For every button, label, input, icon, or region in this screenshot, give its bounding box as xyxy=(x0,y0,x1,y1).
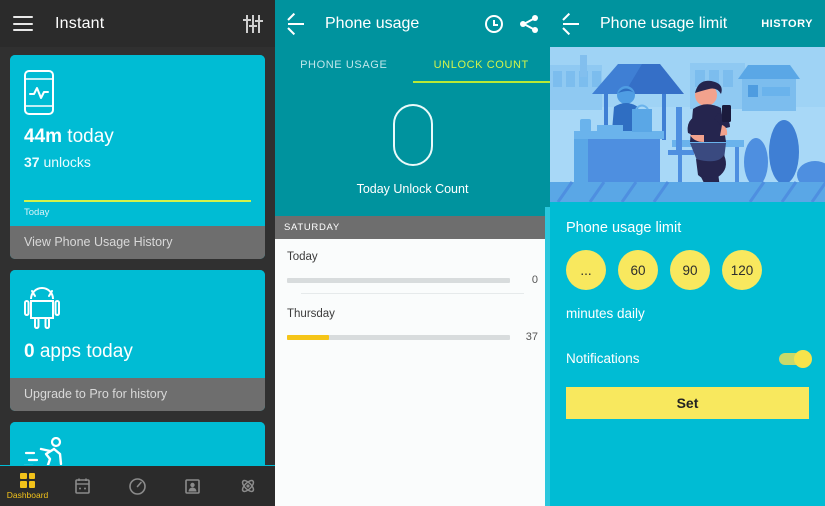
row-track xyxy=(287,277,510,283)
phone-usage-screen: Phone usage PHONE USAGE UNLOCK COUNT Tod… xyxy=(275,0,550,506)
notifications-row: Notifications xyxy=(566,349,812,368)
page-title: Phone usage xyxy=(325,14,420,32)
upgrade-to-pro-button[interactable]: Upgrade to Pro for history xyxy=(10,378,265,412)
today-progress-label: Today xyxy=(24,206,50,218)
calendar-icon xyxy=(75,478,90,494)
phone-activity-icon xyxy=(24,70,251,115)
phone-usage-minutes: 44m xyxy=(24,126,63,147)
row-bar: 0 xyxy=(287,274,538,286)
row-label: Today xyxy=(287,251,318,263)
nav-item-speedometer[interactable] xyxy=(110,477,165,495)
phone-unlocks-count: 37 xyxy=(24,153,40,170)
view-phone-usage-history-button[interactable]: View Phone Usage History xyxy=(10,225,265,259)
tune-sliders-icon[interactable] xyxy=(243,14,263,33)
nav-item-atom[interactable] xyxy=(220,478,275,494)
bottom-navigation: Dashboard xyxy=(0,465,275,506)
row-value: 37 xyxy=(525,331,538,343)
apps-card-body: 0 apps today xyxy=(10,269,265,379)
today-progress-bar xyxy=(24,199,251,202)
unlock-count-hero: Today Unlock Count xyxy=(275,83,550,216)
tab-unlock-count[interactable]: UNLOCK COUNT xyxy=(412,47,551,83)
phone-usage-card-body: 44m today 37 unlocks Today xyxy=(10,55,265,226)
tab-phone-usage[interactable]: PHONE USAGE xyxy=(275,47,413,83)
grid-dashboard-icon xyxy=(20,472,35,488)
apps-value-suffix: apps today xyxy=(34,340,133,362)
android-robot-icon xyxy=(24,285,251,330)
notifications-label: Notifications xyxy=(566,351,640,366)
atom-icon xyxy=(241,479,254,493)
row-track xyxy=(287,334,510,340)
history-button[interactable]: HISTORY xyxy=(761,18,813,30)
phone-unlocks-value: 37 unlocks xyxy=(24,154,251,170)
clock-history-icon[interactable] xyxy=(485,14,503,33)
limit-chip-custom[interactable]: ... xyxy=(566,250,606,290)
nav-item-dashboard[interactable]: Dashboard xyxy=(0,472,55,500)
share-icon[interactable] xyxy=(520,14,538,33)
unlock-count-list: Today 0 Thursday 37 xyxy=(275,239,550,506)
limit-chip-90[interactable]: 90 xyxy=(670,250,710,290)
back-arrow-icon[interactable] xyxy=(561,12,581,35)
row-fill xyxy=(287,334,330,340)
nav-label-dashboard: Dashboard xyxy=(6,489,49,500)
apps-card[interactable]: 0 apps today Upgrade to Pro for history xyxy=(10,269,265,412)
dashboard-card-list: 44m today 37 unlocks Today View Phone Us… xyxy=(0,47,275,483)
hamburger-menu-icon[interactable] xyxy=(13,16,33,31)
usage-tabs: PHONE USAGE UNLOCK COUNT xyxy=(275,47,550,83)
nav-item-calendar[interactable] xyxy=(55,478,110,494)
unlock-count-value xyxy=(392,103,433,166)
person-at-cafe-using-phone-illustration xyxy=(550,47,825,202)
page-title: Phone usage limit xyxy=(600,14,728,32)
list-item[interactable]: Thursday 37 xyxy=(287,308,538,343)
row-bar: 37 xyxy=(287,331,538,343)
page-title: Instant xyxy=(55,14,105,32)
notifications-toggle[interactable] xyxy=(779,349,812,368)
speedometer-icon xyxy=(129,477,146,495)
limit-chip-120[interactable]: 120 xyxy=(722,250,762,290)
limit-heading: Phone usage limit xyxy=(566,220,682,236)
set-button[interactable]: Set xyxy=(566,387,809,419)
limit-chip-group: ... 60 90 120 xyxy=(566,250,809,290)
day-section-header: SATURDAY xyxy=(275,216,550,239)
limit-settings: Phone usage limit ... 60 90 120 minutes … xyxy=(550,202,825,419)
apps-value: 0 apps today xyxy=(24,340,251,365)
phone-usage-value-suffix: today xyxy=(62,126,114,147)
nav-item-contact[interactable] xyxy=(165,478,220,494)
phone-usage-card[interactable]: 44m today 37 unlocks Today View Phone Us… xyxy=(10,55,265,259)
unlock-count-label: Today Unlock Count xyxy=(356,181,469,196)
dashboard-screen: Instant 44m today 37 unlocks Today View … xyxy=(0,0,275,506)
phone-unlocks-suffix: unlocks xyxy=(39,153,91,170)
row-value: 0 xyxy=(531,274,538,286)
limit-chip-60[interactable]: 60 xyxy=(618,250,658,290)
limit-app-bar: Phone usage limit HISTORY xyxy=(550,0,825,47)
dashboard-app-bar: Instant xyxy=(0,0,275,47)
apps-count: 0 xyxy=(24,340,35,362)
back-arrow-icon[interactable] xyxy=(286,12,306,35)
row-divider xyxy=(301,293,524,294)
phone-usage-value: 44m today xyxy=(24,125,251,150)
row-label: Thursday xyxy=(287,308,335,320)
list-item[interactable]: Today 0 xyxy=(287,251,538,294)
limit-units-label: minutes daily xyxy=(566,306,645,321)
phone-usage-limit-screen: Phone usage limit HISTORY Phone usage li… xyxy=(550,0,825,506)
screenshot-root: Instant 44m today 37 unlocks Today View … xyxy=(0,0,825,506)
contact-card-icon xyxy=(185,478,200,494)
phone-usage-app-bar: Phone usage xyxy=(275,0,550,47)
